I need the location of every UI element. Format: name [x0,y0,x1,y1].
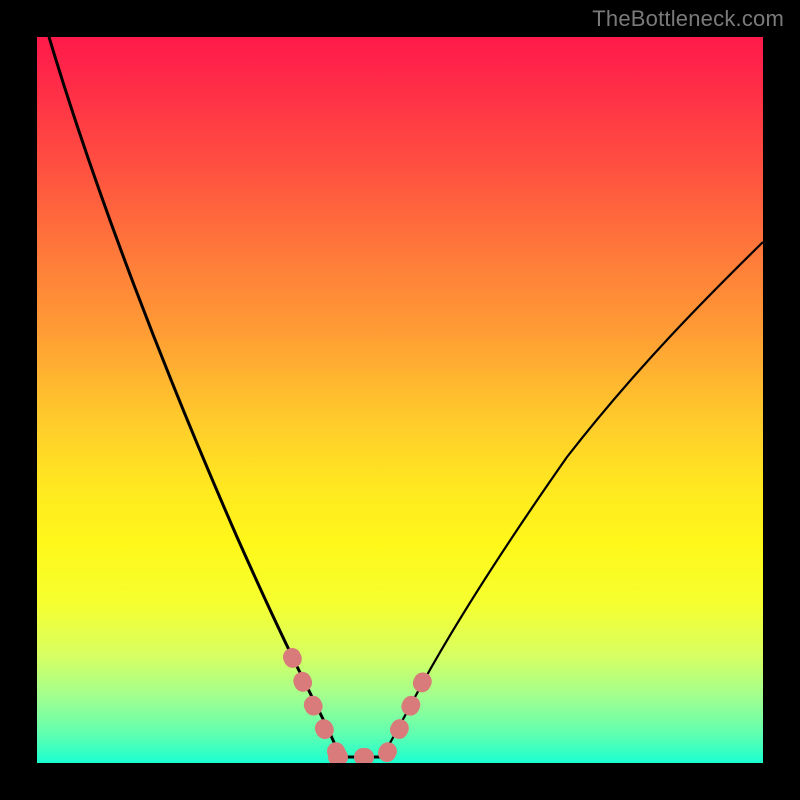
chart-frame: TheBottleneck.com [0,0,800,800]
curve-left-arm [49,37,340,757]
watermark-text: TheBottleneck.com [592,6,784,32]
plot-area [37,37,763,763]
curves-layer [37,37,763,763]
curve-right-arm [382,242,763,757]
